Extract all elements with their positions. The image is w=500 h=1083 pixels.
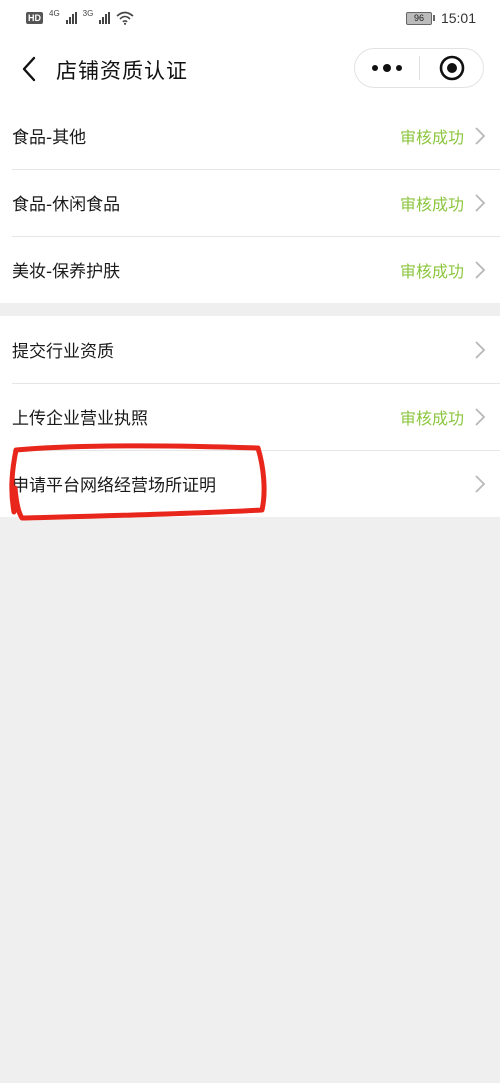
list-item[interactable]: 上传企业营业执照 审核成功 xyxy=(0,383,500,450)
target-close-icon xyxy=(439,55,464,81)
nav-bar: 店铺资质认证 xyxy=(0,36,500,102)
chevron-right-icon xyxy=(475,474,486,493)
status-text: 审核成功 xyxy=(399,194,464,214)
list-item[interactable]: 食品-其他 审核成功 xyxy=(0,102,500,169)
list-item-label: 上传企业营业执照 xyxy=(12,409,148,429)
page-title: 店铺资质认证 xyxy=(56,59,188,83)
list-item-label: 食品-其他 xyxy=(12,128,87,148)
status-text: 审核成功 xyxy=(399,408,464,428)
list-item[interactable]: 申请平台网络经营场所证明 xyxy=(0,450,500,517)
more-button[interactable] xyxy=(355,49,419,87)
more-dots-icon xyxy=(372,64,402,72)
list-item[interactable]: 美妆-保养护肤 审核成功 xyxy=(0,236,500,303)
list-item-label: 美妆-保养护肤 xyxy=(12,262,121,282)
list-item[interactable]: 食品-休闲食品 审核成功 xyxy=(0,169,500,236)
hd-badge: HD xyxy=(26,12,43,24)
chevron-right-icon xyxy=(475,126,486,145)
list-item-label: 食品-休闲食品 xyxy=(12,195,121,215)
status-left: HD 4G 3G xyxy=(26,8,134,25)
battery-tip xyxy=(432,15,435,21)
signal-icon-2 xyxy=(99,12,111,24)
network-tag-1: 4G xyxy=(49,8,60,18)
close-button[interactable] xyxy=(420,49,483,87)
application-list: 提交行业资质 上传企业营业执照 审核成功 申请平台网络经营场所证明 xyxy=(0,316,500,517)
status-right: 96 15:01 xyxy=(405,10,476,26)
chevron-right-icon xyxy=(475,260,486,279)
list-item-label: 提交行业资质 xyxy=(12,342,114,362)
status-time: 15:01 xyxy=(440,10,476,26)
signal-icon xyxy=(65,12,77,24)
chevron-right-icon xyxy=(475,193,486,212)
chevron-left-icon xyxy=(22,56,36,82)
list-item[interactable]: 提交行业资质 xyxy=(0,316,500,383)
status-text: 审核成功 xyxy=(399,127,464,147)
chevron-right-icon xyxy=(475,407,486,426)
back-button[interactable] xyxy=(16,54,42,84)
status-text: 审核成功 xyxy=(399,261,464,281)
list-item-label: 申请平台网络经营场所证明 xyxy=(12,476,216,496)
battery-icon: 96 xyxy=(405,11,432,25)
status-bar: HD 4G 3G 96 15:01 xyxy=(0,0,500,36)
qualification-list: 食品-其他 审核成功 食品-休闲食品 审核成功 美妆-保养护肤 审核成功 xyxy=(0,102,500,303)
miniprogram-capsule xyxy=(354,48,484,88)
wifi-icon xyxy=(116,11,134,25)
chevron-right-icon xyxy=(475,340,486,359)
network-tag-2: 3G xyxy=(82,8,94,18)
